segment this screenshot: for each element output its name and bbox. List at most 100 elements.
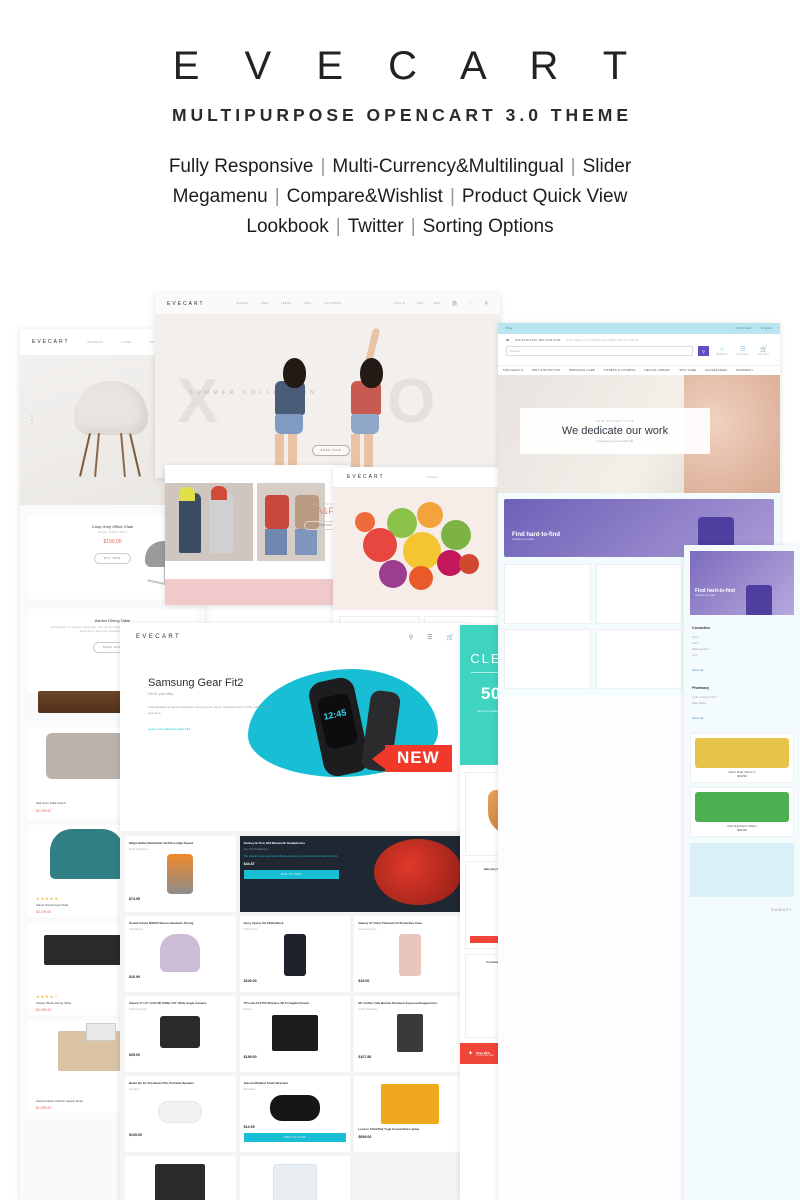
product-card[interactable]: Beats By Dr. Dre Beats Pill+ Portable Sp… [125,1076,236,1152]
product-price: $24.00 [737,828,747,832]
product-card[interactable]: Xiaomi Yi 1.0" LCD HD 1080p 170° Wide An… [125,996,236,1072]
lookbook-image-1[interactable] [165,483,253,561]
compare-action[interactable]: ☷ Compare [735,346,751,356]
product-card[interactable]: Mr. Coffee Cafe Barista Premium Espresso… [354,996,465,1072]
cosmetics-category-screenshot[interactable]: Find hard-to-find medicine you need Cosm… [684,545,800,1200]
product-price: $2,199.00 [36,1008,52,1012]
pharmacy-nav-fitness[interactable]: FITNESS & VITAMINS [604,369,636,372]
fashion-nav-lookbook[interactable]: LOOKBOOK [324,302,341,305]
pharmacy-top-bar: Blog USD Dollar English [498,323,780,334]
search-placeholder: Search... [510,349,524,353]
product-title: Beats By Dr. Dre Beats Pill+ Portable Sp… [129,1081,194,1085]
product-image [695,738,789,768]
pharmacy-nav-diet[interactable]: DIET & NUTRITION [532,369,560,372]
product-price: $189.00 [243,1054,257,1059]
product-card-featured[interactable]: Sonbey B-Tron H10 Bluetooth Headphones O… [239,836,465,912]
product-card[interactable] [239,1156,351,1200]
section-show-all-link[interactable]: Show all [692,668,703,672]
product-card[interactable]: TP-Link AC1750 Wireless Wi-Fi Gigabit Ro… [239,996,351,1072]
section-item[interactable]: Lips [692,652,792,658]
rating-stars: ★★★★★ [36,896,59,901]
fashion-language-select[interactable]: ENG [434,302,441,305]
product-card[interactable] [504,629,591,689]
cosmetics-promo-banner[interactable]: Find hard-to-find medicine you need [690,551,794,615]
product-card[interactable]: Apple iPad Air 2 Wi-Fi 64GB Space Gray $… [125,1156,236,1200]
grocery-catalog-menu[interactable]: Catalog [427,476,438,479]
search-icon[interactable]: ⚲ [484,301,488,307]
pharmacy-currency-select[interactable]: USD Dollar [735,327,751,330]
search-icon[interactable]: ⚲ [409,634,413,641]
feature-separator: | [449,186,455,207]
pharmacy-nav-personal-care[interactable]: PERSONAL CARE [569,369,595,372]
gear-fit-title: Samsung Gear Fit2 [148,677,244,689]
fashion-nav-kids[interactable]: KIDS [304,302,311,305]
product-card[interactable]: Nature Made Vitamin C $19.50 [690,733,794,783]
fashion-store-screenshot[interactable]: EVECART WOMEN MEN TEENS KIDS LOOKBOOK SI… [155,293,500,478]
wishlist-action[interactable]: ☆ Wishlist [714,346,730,356]
product-desc: The closed-in over-ear cushion blocks no… [243,854,339,858]
product-category: Cases & Covers [358,927,377,931]
fashion-currency-select[interactable]: USD [417,302,423,305]
fashion-signin-link[interactable]: SIGN IN [394,302,406,305]
product-card[interactable]: Galaxy S7 Clear Titanium Fit Protective … [354,916,465,992]
product-card[interactable]: Daily Multivitamin Tablets $24.00 [690,787,794,837]
pharmacy-nav-accessories[interactable]: ACCESSORIES [705,369,727,372]
product-card[interactable]: Xiaomi Mi Band Smart Bracelet Wearables … [239,1076,351,1152]
add-to-cart-button[interactable]: ADD TO CART [243,869,340,879]
lookbook-screenshot[interactable]: SUMMER LOOKBOOK A&F SHOP NOW [165,465,350,605]
fashion-nav-men[interactable]: MEN [261,302,268,305]
menu-icon[interactable]: ☰ [427,634,432,641]
feature-item: Multi-Currency&Multilingual [332,156,564,177]
furniture-nav-living[interactable]: LIVING [121,341,131,344]
product-card[interactable]: Sony Xperia XA 16GB Black Cell Phones $2… [239,916,351,992]
hero-watermark-left: X [177,367,235,436]
cart-action[interactable]: 🛒 My Cart [756,346,772,356]
pharmacy-language-select[interactable]: English [761,327,772,330]
fashion-nav-teens[interactable]: TEENS [281,302,291,305]
add-to-cart-button[interactable]: ADD TO CART [243,1132,347,1142]
fashion-nav-women[interactable]: WOMEN [237,302,249,305]
cart-icon[interactable]: 🛒 [447,634,454,641]
section-title: Cosmetics [692,626,711,630]
product-card[interactable] [595,564,683,624]
shop-now-button[interactable]: SHOP NOW [311,445,351,456]
product-card[interactable] [595,629,683,689]
electronics-store-screenshot[interactable]: EVECART ⚲ ☰ 🛒 Samsung Gear Fit2 Get fit,… [120,623,470,1200]
wishlist-label: Wishlist [716,353,728,356]
heart-icon[interactable]: ♡ [469,301,473,307]
product-card[interactable] [504,564,591,624]
pharmacy-nav-skin-care[interactable]: SKIN CARE [680,369,697,372]
bag-icon[interactable]: 🛍 [451,301,457,307]
product-title: TP-Link AC1750 Wireless Wi-Fi Gigabit Ro… [243,1001,310,1005]
product-price: $16.99 [129,974,140,979]
pharmacy-nav-library[interactable]: HEALTH LIBRARY [645,369,671,372]
section-show-all-link[interactable]: Show all [692,716,703,720]
buy-now-button[interactable]: BUY NOW [94,553,131,564]
brand-footer: SANOFI [771,907,792,912]
star-icon: ☆ [719,347,725,353]
product-title: Galaxy S7 Clear Titanium Fit Protective … [358,921,423,925]
product-card[interactable]: Sound Intone MX200 Stereo Headsets Stron… [125,916,236,992]
gear-fit-learn-more-link[interactable]: Learn more about the Gear Fit2 › [148,727,288,731]
pharmacy-nav-kids-health[interactable]: KIDS HEALTH [503,369,523,372]
product-title: Classic Black Dining Table [36,1001,72,1005]
pharmacy-search-input[interactable]: Search... [506,346,693,356]
product-image [396,1013,423,1052]
product-title: Magic Bullet Nutribullet 12-Piece High-S… [129,841,194,845]
product-title: Velvet Teal Accent Chair [36,903,69,907]
section-item[interactable]: Pain Relief [692,700,792,706]
feature-item: Compare&Wishlist [286,186,443,207]
product-price: $1,099.00 [36,1106,52,1110]
search-icon[interactable]: ⚲ [698,346,709,356]
hero-title: We dedicate our work [561,425,669,437]
product-image [155,1164,206,1200]
pharmacy-nav-pharmacy[interactable]: PHARMACY [736,369,753,372]
furniture-nav-bedroom[interactable]: BEDROOM [88,341,104,344]
lookbook-pink-band [165,579,350,605]
cart-icon: 🛒 [760,347,768,353]
promo-sub: medicine you need [512,538,534,541]
product-title: Xiaomi Mi Band Smart Bracelet [243,1081,289,1085]
pharmacy-blog-link[interactable]: Blog [506,327,512,330]
product-card[interactable]: Magic Bullet Nutribullet 12-Piece High-S… [125,836,236,912]
product-card[interactable]: Lenovo ThinkPad Yoga Convertible Laptop … [354,1076,465,1152]
